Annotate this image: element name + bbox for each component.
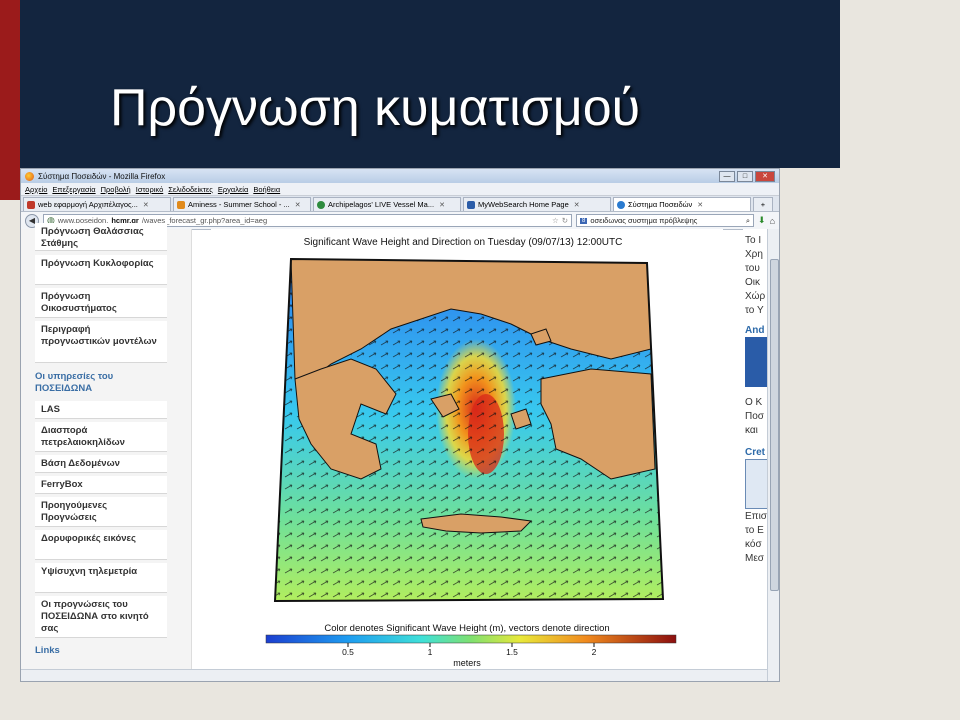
sidebar-item-sea-level-forecast[interactable]: Πρόγνωση Θαλάσσιας Στάθμης [35, 223, 167, 251]
right-heading[interactable]: Cret [745, 447, 765, 458]
tab-favicon-icon [177, 200, 185, 209]
page-content: Πρόγνωση Θαλάσσιας Στάθμης Πρόγνωση Κυκλ… [21, 223, 779, 681]
sidebar-section-services[interactable]: Οι υπηρεσίες του ΠΟΣΕΙΔΩΝΑ [35, 371, 165, 395]
tab-archipelagos-app[interactable]: web εφαρμογή Αρχιπέλαγος... ✕ [23, 197, 171, 211]
close-tab-icon[interactable]: ✕ [574, 201, 580, 209]
sidebar-item-satellite-images[interactable]: Δορυφορικές εικόνες [35, 530, 167, 560]
colorbar-tick-label: 1.5 [506, 647, 518, 657]
sidebar-item-model-description[interactable]: Περιγραφή προγνωστικών μοντέλων [35, 321, 167, 363]
search-icon[interactable]: ⌕ [746, 216, 750, 226]
download-arrow-icon[interactable]: ⬇ [758, 215, 766, 226]
right-text: Μεσ [745, 553, 764, 564]
tab-label: Σύστημα Ποσειδών [628, 200, 693, 209]
sidebar-item-telemetry[interactable]: Υψίσυχνη τηλεμετρία [35, 563, 167, 593]
close-tab-icon[interactable]: ✕ [439, 201, 445, 209]
right-text: Το Ι [745, 235, 762, 246]
right-text: Οικ [745, 277, 760, 288]
right-text: Ο Κ [745, 397, 763, 408]
maximize-button[interactable]: □ [737, 170, 753, 182]
tab-label: web εφαρμογή Αρχιπέλαγος... [38, 200, 138, 209]
sidebar-item-mobile-forecasts[interactable]: Οι προγνώσεις του ΠΟΣΕΙΔΩΝΑ στο κινητό σ… [35, 596, 167, 638]
sidebar-item-oil-spill[interactable]: Διασπορά πετρελαιοκηλίδων [35, 422, 167, 452]
right-text: και [745, 425, 758, 436]
right-heading[interactable]: And [745, 325, 764, 336]
search-engine-icon[interactable]: 8 [580, 217, 588, 224]
menu-bar: Αρχείο Επεξεργασία Προβολή Ιστορικό Σελι… [21, 183, 779, 196]
firefox-icon [25, 171, 34, 181]
sidebar-item-ecosystem-forecast[interactable]: Πρόγνωση Οικοσυστήματος [35, 288, 167, 318]
tab-label: Aminess - Summer School - ... [188, 200, 290, 209]
right-text: του [745, 263, 760, 274]
sidebar-item-las[interactable]: LAS [35, 401, 167, 419]
wave-forecast-map: Significant Wave Height and Direction on… [265, 237, 677, 668]
sidebar-item-circulation-forecast[interactable]: Πρόγνωση Κυκλοφορίας [35, 255, 167, 285]
right-text: Χώρ [745, 291, 766, 302]
menu-file[interactable]: Αρχείο [25, 185, 47, 194]
menu-help[interactable]: Βοήθεια [253, 185, 280, 194]
right-logo[interactable] [745, 459, 767, 509]
search-value: οσειδωνας συστημα πρόβλεψης [590, 216, 698, 225]
colorbar-ticks: 0.5 1 1.5 2 [342, 643, 597, 657]
browser-window: Σύστημα Ποσειδών - Mozilla Firefox — □ ✕… [20, 168, 780, 682]
tab-favicon-icon [317, 200, 325, 209]
tab-poseidon[interactable]: Σύστημα Ποσειδών ✕ [613, 197, 751, 211]
tab-bar: web εφαρμογή Αρχιπέλαγος... ✕ Aminess - … [21, 196, 779, 212]
close-tab-icon[interactable]: ✕ [143, 201, 149, 209]
map-caption: Color denotes Significant Wave Height (m… [324, 623, 609, 634]
tab-label: MyWebSearch Home Page [478, 200, 569, 209]
slide-red-accent [0, 0, 20, 200]
tab-favicon-icon [617, 200, 625, 209]
window-title: Σύστημα Ποσειδών - Mozilla Firefox [38, 171, 166, 181]
colorbar-tick-label: 1 [428, 647, 433, 657]
right-text: το Ε [745, 525, 764, 536]
colorbar-unit: meters [453, 658, 481, 668]
menu-view[interactable]: Προβολή [101, 185, 131, 194]
vertical-scrollbar[interactable] [767, 229, 779, 681]
right-thumbnail[interactable] [745, 337, 767, 387]
colorbar-tick-label: 0.5 [342, 647, 354, 657]
bookmark-star-icon[interactable]: ☆ [552, 216, 559, 225]
right-news-column: Το Ι Χρη του Οικ Χώρ το Υ And Ο Κ Ποσ κα… [743, 229, 767, 681]
close-button[interactable]: ✕ [755, 170, 775, 182]
menu-bookmarks[interactable]: Σελιδοδείκτες [168, 185, 213, 194]
right-text: το Υ [745, 305, 764, 316]
window-titlebar: Σύστημα Ποσειδών - Mozilla Firefox — □ ✕ [21, 169, 779, 183]
home-icon[interactable]: ⌂ [770, 216, 775, 226]
search-input[interactable]: 8 οσειδωνας συστημα πρόβλεψης ⌕ [576, 214, 755, 227]
minimize-button[interactable]: — [719, 170, 735, 182]
slide-title: Πρόγνωση κυματισμού [110, 79, 641, 137]
right-text: κόσ [745, 539, 762, 550]
tab-favicon-icon [27, 200, 35, 209]
menu-history[interactable]: Ιστορικό [136, 185, 164, 194]
sidebar-item-ferrybox[interactable]: FerryBox [35, 476, 167, 494]
tab-aminess[interactable]: Aminess - Summer School - ... ✕ [173, 197, 311, 211]
scrollbar-thumb[interactable] [770, 259, 779, 591]
sidebar-links[interactable]: Links [35, 645, 60, 657]
new-tab-button[interactable]: + [753, 197, 773, 211]
right-text: Χρη [745, 249, 763, 260]
close-tab-icon[interactable]: ✕ [295, 201, 301, 209]
menu-edit[interactable]: Επεξεργασία [52, 185, 95, 194]
forecast-panel: Significant Wave Height and Direction on… [211, 229, 723, 681]
tab-archipelagos-vessel[interactable]: Archipelagos' LIVE Vessel Ma... ✕ [313, 197, 461, 211]
window-controls: — □ ✕ [719, 170, 779, 182]
reload-icon[interactable]: ↻ [562, 216, 568, 225]
close-tab-icon[interactable]: ✕ [697, 201, 703, 209]
menu-tools[interactable]: Εργαλεία [218, 185, 248, 194]
sidebar-item-previous-forecasts[interactable]: Προηγούμενες Προγνώσεις [35, 497, 167, 527]
right-text: Ποσ [745, 411, 764, 422]
map-title: Significant Wave Height and Direction on… [304, 237, 623, 248]
tab-mywebsearch[interactable]: MyWebSearch Home Page ✕ [463, 197, 611, 211]
tab-label: Archipelagos' LIVE Vessel Ma... [328, 200, 435, 209]
right-text: Επισ [745, 511, 767, 522]
horizontal-scrollbar[interactable] [21, 669, 767, 681]
map-area [275, 259, 663, 601]
sidebar: Πρόγνωση Θαλάσσιας Στάθμης Πρόγνωση Κυκλ… [21, 223, 192, 681]
sidebar-item-database[interactable]: Βάση Δεδομένων [35, 455, 167, 473]
colorbar-tick-label: 2 [592, 647, 597, 657]
tab-favicon-icon [467, 200, 475, 209]
colorbar [265, 634, 677, 644]
